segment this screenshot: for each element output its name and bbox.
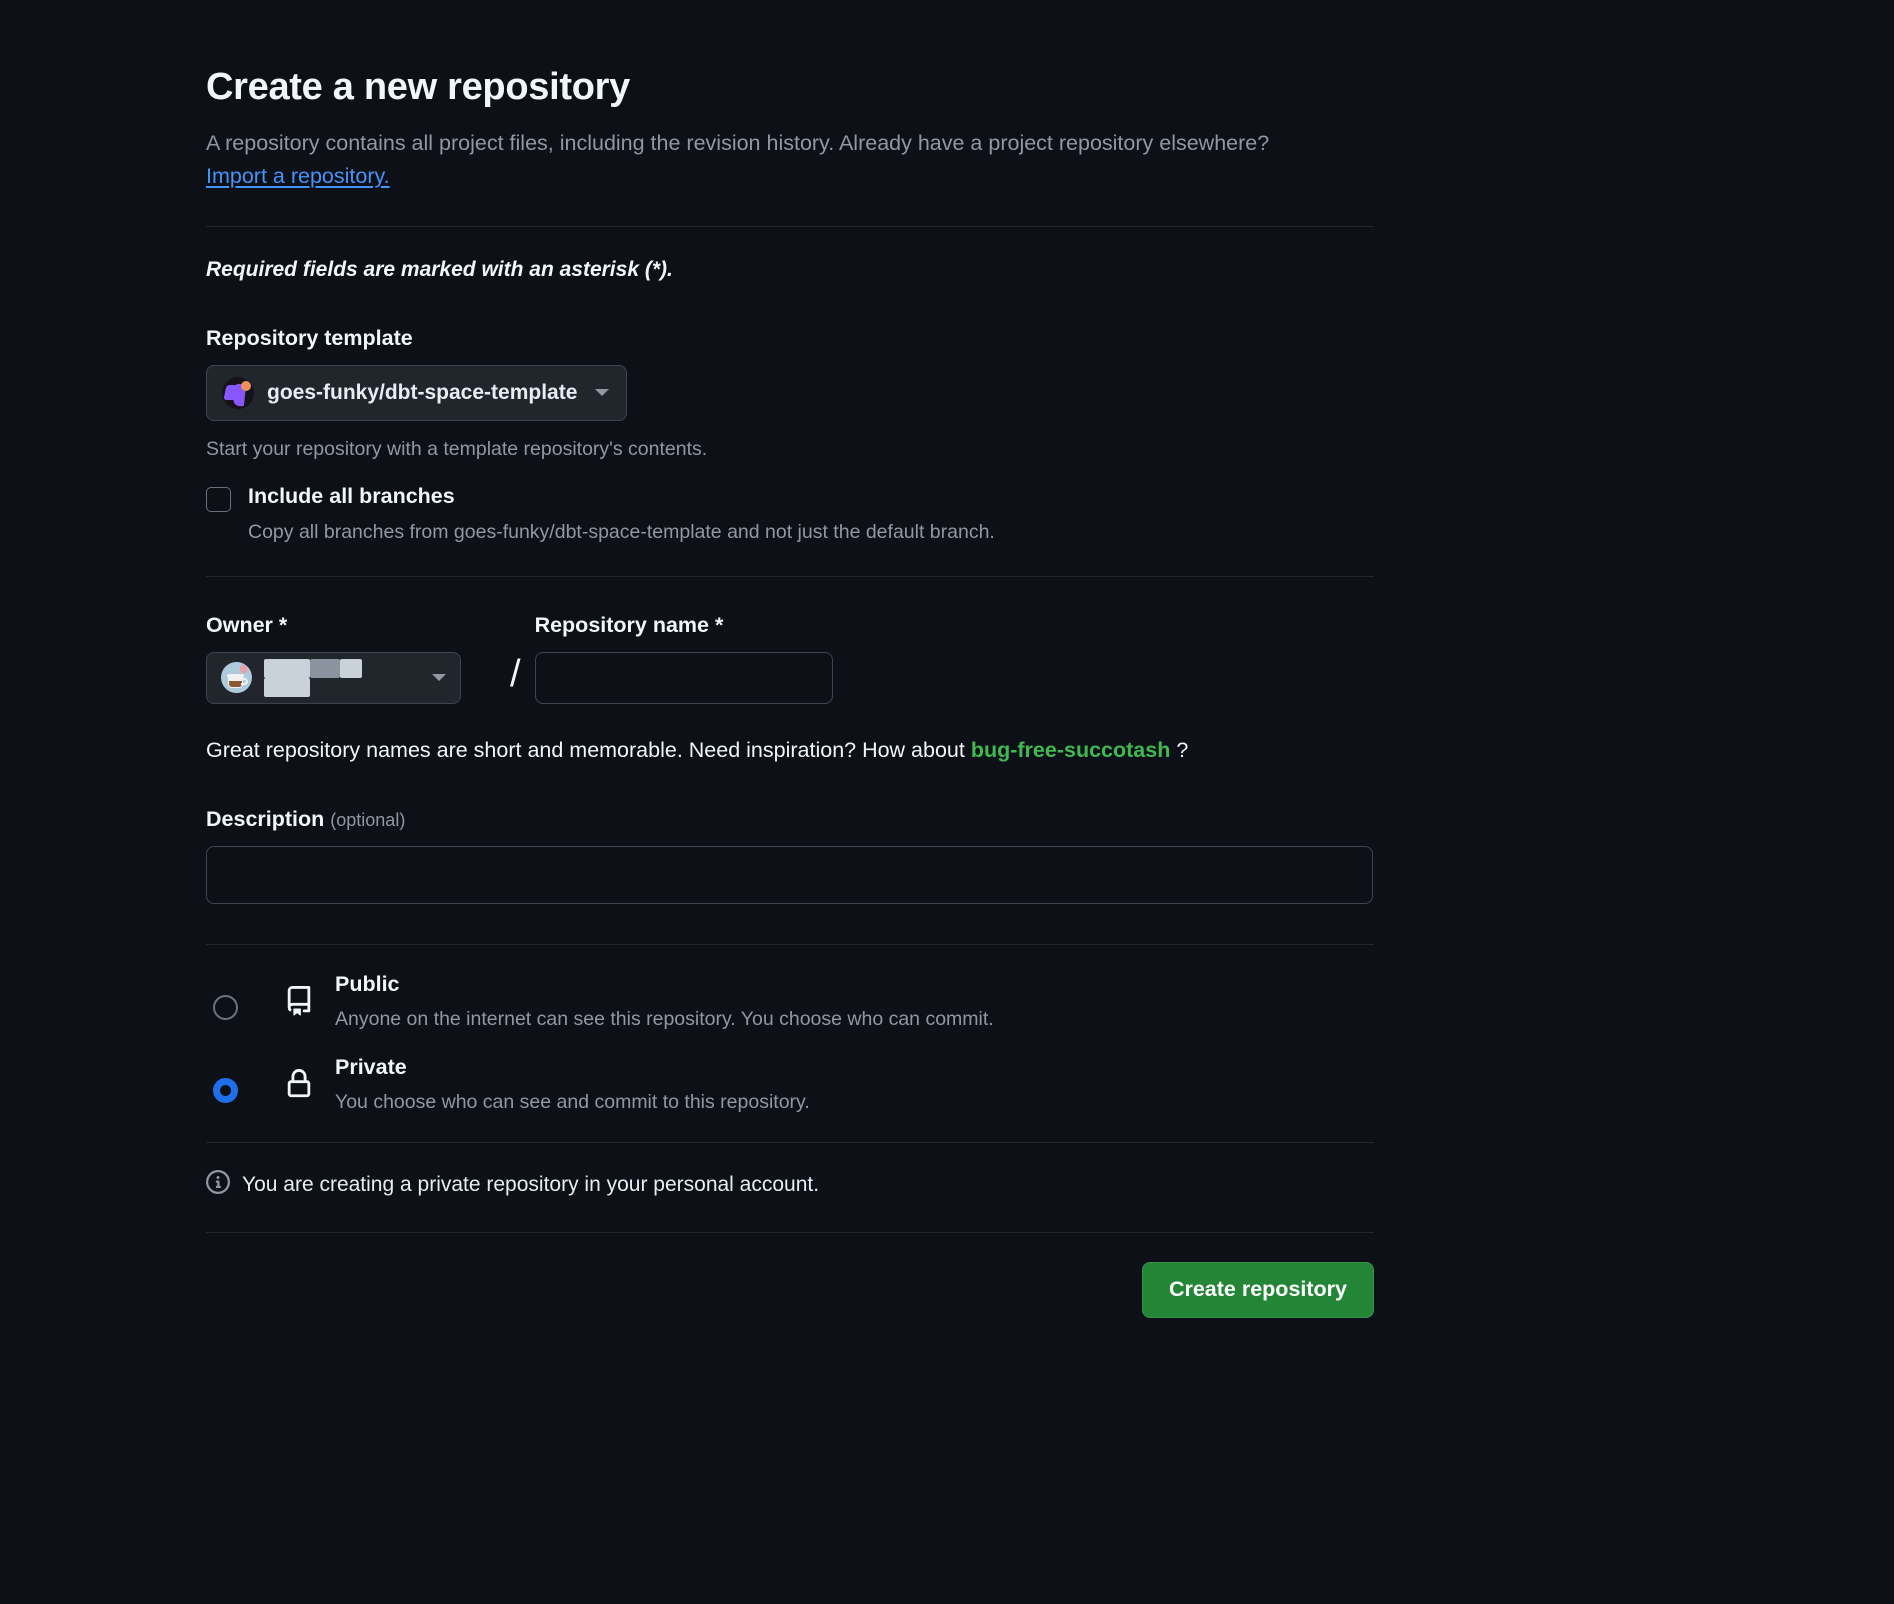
user-avatar-icon bbox=[221, 662, 252, 694]
private-description: You choose who can see and commit to thi… bbox=[335, 1090, 810, 1113]
include-all-branches-label[interactable]: Include all branches bbox=[248, 484, 455, 509]
private-text-group: Private You choose who can see and commi… bbox=[335, 1054, 810, 1114]
page-intro-text: A repository contains all project files,… bbox=[206, 130, 1270, 155]
suggestion-suffix: ? bbox=[1170, 737, 1189, 762]
description-label-text: Description bbox=[206, 806, 325, 831]
repository-name-suggestion: Great repository names are short and mem… bbox=[206, 738, 1374, 763]
public-title: Public bbox=[335, 971, 400, 996]
divider-visibility bbox=[206, 1141, 1374, 1143]
repository-template-help: Start your repository with a template re… bbox=[206, 437, 708, 460]
new-repository-form: Create a new repository A repository con… bbox=[206, 65, 1374, 1318]
chevron-down-icon bbox=[432, 674, 446, 682]
owner-value bbox=[264, 658, 420, 697]
form-footer: Create repository bbox=[206, 1261, 1374, 1318]
visibility-info-note: You are creating a private repository in… bbox=[206, 1169, 1374, 1200]
org-avatar-icon bbox=[222, 376, 254, 409]
repository-template-label: Repository template bbox=[206, 325, 413, 350]
lock-icon bbox=[284, 1068, 314, 1104]
page-intro: A repository contains all project files,… bbox=[206, 127, 1296, 194]
owner-label: Owner * bbox=[206, 612, 288, 637]
required-fields-note: Required fields are marked with an aster… bbox=[206, 257, 673, 281]
divider-footer bbox=[206, 1231, 1374, 1233]
include-all-branches-help: Copy all branches from goes-funky/dbt-sp… bbox=[248, 520, 995, 543]
chevron-down-icon bbox=[595, 389, 610, 397]
visibility-info-text: You are creating a private repository in… bbox=[242, 1172, 820, 1196]
divider-top bbox=[206, 225, 1374, 227]
description-label: Description (optional) bbox=[206, 807, 1374, 832]
page-title: Create a new repository bbox=[206, 66, 630, 108]
public-radio[interactable] bbox=[213, 994, 238, 1020]
repository-name-input[interactable] bbox=[534, 651, 833, 704]
repository-name-label: Repository name * bbox=[534, 612, 724, 637]
create-repository-button[interactable]: Create repository bbox=[1141, 1261, 1374, 1318]
suggested-name-link[interactable]: bug-free-succotash bbox=[971, 738, 1171, 762]
divider-template bbox=[206, 575, 1374, 577]
owner-field-group: Owner * bbox=[206, 613, 498, 704]
include-all-branches-checkbox[interactable] bbox=[206, 486, 231, 512]
owner-and-name-row: Owner * / Repository name * bbox=[206, 613, 1374, 704]
visibility-option-public[interactable]: Public Anyone on the internet can see th… bbox=[206, 971, 1374, 1031]
page-root: Create a new repository A repository con… bbox=[0, 0, 1894, 1604]
private-title: Private bbox=[335, 1054, 407, 1079]
info-circle-icon bbox=[206, 1169, 230, 1200]
private-radio[interactable] bbox=[213, 1077, 238, 1103]
suggestion-prefix: Great repository names are short and mem… bbox=[206, 737, 971, 762]
repository-name-field-group: Repository name * bbox=[534, 612, 1374, 704]
import-repository-link[interactable]: Import a repository. bbox=[206, 164, 390, 188]
public-text-group: Public Anyone on the internet can see th… bbox=[335, 971, 994, 1031]
public-description: Anyone on the internet can see this repo… bbox=[335, 1007, 994, 1030]
description-input[interactable] bbox=[206, 845, 1373, 904]
visibility-option-private[interactable]: Private You choose who can see and commi… bbox=[206, 1054, 1374, 1114]
description-optional-tag: (optional) bbox=[330, 809, 406, 830]
repository-template-dropdown[interactable]: goes-funky/dbt-space-template bbox=[206, 364, 628, 421]
owner-dropdown[interactable] bbox=[206, 651, 461, 704]
dialog-frame: Create a new repository A repository con… bbox=[19, 10, 1875, 1594]
owner-name-separator: / bbox=[510, 652, 521, 695]
repo-book-icon bbox=[284, 985, 314, 1021]
include-all-branches-row[interactable]: Include all branches bbox=[206, 484, 1374, 512]
repository-template-value: goes-funky/dbt-space-template bbox=[267, 380, 578, 404]
divider-description bbox=[206, 943, 1374, 945]
